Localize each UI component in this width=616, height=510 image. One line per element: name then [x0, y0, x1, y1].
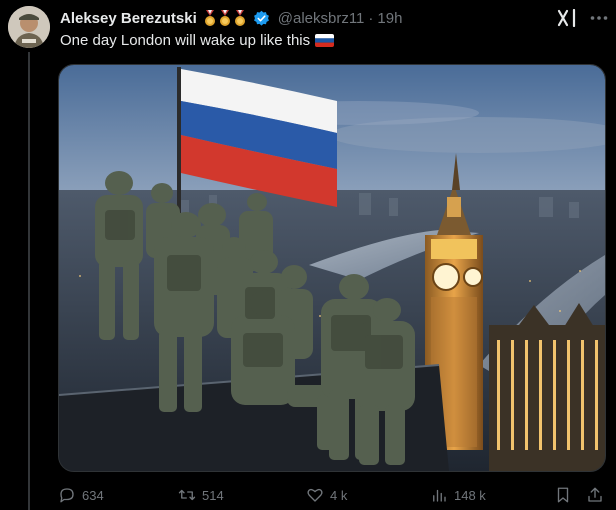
author-handle[interactable]: @aleksbrz11 — [278, 10, 365, 27]
post-actions: 634 514 4 k 148 k — [58, 484, 606, 506]
badge-group — [204, 9, 246, 27]
reply-count: 634 — [82, 487, 104, 503]
views-icon — [433, 489, 446, 502]
views-button[interactable]: 148 k — [430, 484, 486, 506]
more-options-icon[interactable] — [589, 8, 609, 28]
post-image[interactable] — [58, 64, 606, 472]
post-header: Aleksey Berezutski @aleksbrz11 · 19h — [60, 8, 402, 28]
bookmark-icon — [557, 487, 569, 503]
medal-icon — [219, 9, 230, 26]
reply-icon — [60, 488, 74, 503]
like-count: 4 k — [330, 487, 348, 503]
russian-flag-emoji-icon — [315, 34, 335, 47]
views-count: 148 k — [454, 487, 486, 503]
post-time[interactable]: 19h — [377, 10, 402, 27]
grok-icon[interactable] — [557, 9, 579, 27]
post-text-content: One day London will wake up like this — [60, 32, 311, 49]
avatar-photo — [8, 6, 50, 48]
avatar[interactable] — [8, 6, 50, 48]
post-text: One day London will wake up like this — [60, 32, 335, 49]
author-name[interactable]: Aleksey Berezutski — [60, 10, 197, 27]
post-image-illustration — [59, 65, 605, 471]
medal-icon — [204, 9, 215, 26]
bookmark-button[interactable] — [554, 484, 572, 506]
reply-button[interactable]: 634 — [58, 484, 104, 506]
verified-badge-icon — [253, 10, 269, 26]
repost-count: 514 — [202, 487, 224, 503]
share-button[interactable] — [586, 484, 604, 506]
repost-button[interactable]: 514 — [178, 484, 224, 506]
like-button[interactable]: 4 k — [306, 484, 347, 506]
medal-icon — [234, 9, 245, 26]
separator-dot: · — [368, 9, 374, 27]
repost-icon — [178, 489, 196, 501]
heart-icon — [307, 488, 323, 502]
share-icon — [588, 487, 602, 502]
thread-line — [28, 52, 30, 510]
